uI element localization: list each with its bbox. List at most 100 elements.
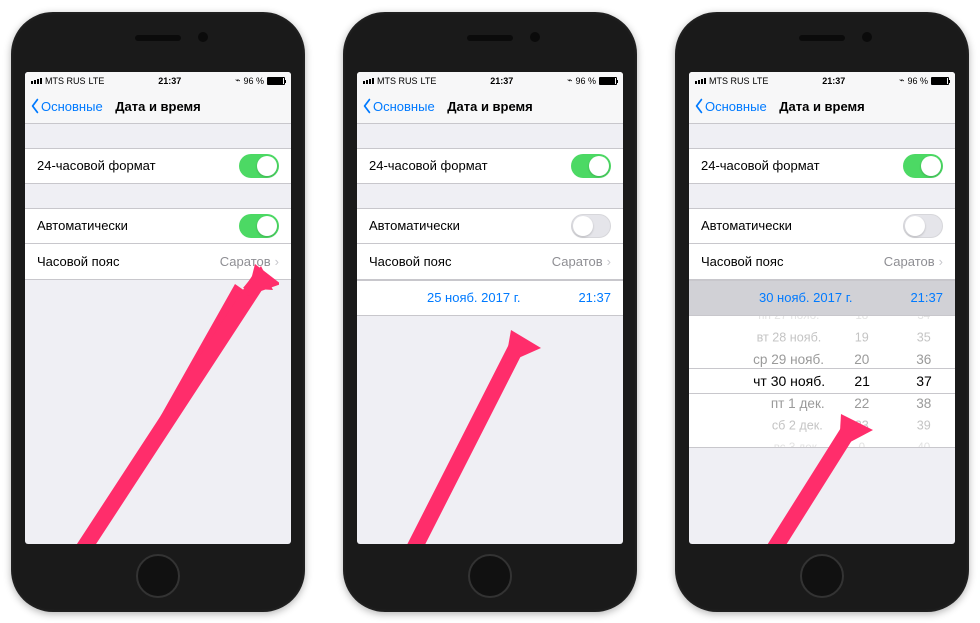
picker-option[interactable]: 22 [855, 392, 870, 413]
signal-icon [363, 78, 374, 84]
time-value: 21:37 [910, 290, 943, 305]
nav-bar: Основные Дата и время [689, 90, 955, 124]
row-label: Часовой пояс [701, 254, 783, 269]
picker-option[interactable]: 38 [916, 392, 931, 413]
carrier-label: MTS RUS [709, 76, 750, 86]
carrier-label: MTS RUS [45, 76, 86, 86]
picker-hour-column[interactable]: 18 19 20 21 22 23 0 [831, 316, 893, 447]
toggle-auto[interactable] [903, 214, 943, 238]
screen: MTS RUS LTE 21:37 ⌁ 96 % Основные Дата и… [689, 72, 955, 544]
phone-frame: MTS RUS LTE 21:37 ⌁ 96 % Основные Дата и… [675, 12, 969, 612]
row-label: Автоматически [369, 218, 460, 233]
network-label: LTE [753, 76, 769, 86]
row-auto: Автоматически [357, 208, 623, 244]
back-button[interactable]: Основные [25, 98, 103, 114]
back-label: Основные [705, 99, 767, 114]
battery-icon [267, 77, 285, 85]
status-time: 21:37 [822, 76, 845, 86]
date-value: 25 нояб. 2017 г. [369, 290, 578, 305]
row-timezone[interactable]: Часовой пояс Саратов › [689, 244, 955, 280]
picker-option[interactable]: 36 [916, 348, 931, 369]
row-24h-format: 24-часовой формат [25, 148, 291, 184]
row-auto: Автоматически [25, 208, 291, 244]
status-time: 21:37 [158, 76, 181, 86]
chevron-left-icon [693, 98, 705, 114]
picker-option[interactable]: 40 [918, 438, 931, 448]
battery-percent: 96 % [243, 76, 264, 86]
bluetooth-icon: ⌁ [235, 75, 240, 86]
picker-minute-column[interactable]: 34 35 36 37 38 39 40 [893, 316, 955, 447]
carrier-label: MTS RUS [377, 76, 418, 86]
picker-option[interactable]: ср 29 нояб. [753, 348, 824, 369]
screen: MTS RUS LTE 21:37 ⌁ 96 % Основные Дата и… [357, 72, 623, 544]
chevron-right-icon: › [939, 254, 943, 269]
battery-percent: 96 % [907, 76, 928, 86]
battery-percent: 96 % [575, 76, 596, 86]
network-label: LTE [89, 76, 105, 86]
picker-option-selected[interactable]: чт 30 нояб. [753, 370, 825, 392]
picker-option[interactable]: 23 [855, 415, 869, 435]
toggle-auto[interactable] [571, 214, 611, 238]
back-button[interactable]: Основные [357, 98, 435, 114]
picker-option[interactable]: 35 [917, 327, 931, 347]
row-label: 24-часовой формат [37, 158, 156, 173]
picker-option[interactable]: 20 [855, 348, 870, 369]
row-timezone[interactable]: Часовой пояс Саратов › [357, 244, 623, 280]
bluetooth-icon: ⌁ [899, 75, 904, 86]
row-label: Автоматически [37, 218, 128, 233]
chevron-left-icon [361, 98, 373, 114]
signal-icon [31, 78, 42, 84]
annotation-arrow [387, 328, 557, 544]
screen: MTS RUS LTE 21:37 ⌁ 96 % Основные Дата и… [25, 72, 291, 544]
status-time: 21:37 [490, 76, 513, 86]
chevron-right-icon: › [607, 254, 611, 269]
toggle-24h[interactable] [903, 154, 943, 178]
row-datetime[interactable]: 30 нояб. 2017 г. 21:37 [689, 280, 955, 316]
picker-option[interactable]: вт 28 нояб. [757, 327, 822, 347]
picker-option[interactable]: вс 3 дек. [774, 438, 820, 448]
status-bar: MTS RUS LTE 21:37 ⌁ 96 % [689, 72, 955, 90]
row-24h-format: 24-часовой формат [689, 148, 955, 184]
timezone-value: Саратов [220, 254, 271, 269]
signal-icon [695, 78, 706, 84]
date-value: 30 нояб. 2017 г. [701, 290, 910, 305]
home-button[interactable] [136, 554, 180, 598]
picker-option[interactable]: 34 [918, 316, 931, 325]
row-auto: Автоматически [689, 208, 955, 244]
network-label: LTE [421, 76, 437, 86]
row-label: Часовой пояс [37, 254, 119, 269]
picker-option[interactable]: пн 27 нояб. [758, 316, 819, 325]
time-value: 21:37 [578, 290, 611, 305]
battery-icon [599, 77, 617, 85]
battery-icon [931, 77, 949, 85]
picker-option[interactable]: 19 [855, 327, 869, 347]
status-bar: MTS RUS LTE 21:37 ⌁ 96 % [357, 72, 623, 90]
picker-date-column[interactable]: пн 27 нояб. вт 28 нояб. ср 29 нояб. чт 3… [689, 316, 831, 447]
picker-option[interactable]: пт 1 дек. [770, 392, 824, 413]
chevron-left-icon [29, 98, 41, 114]
status-bar: MTS RUS LTE 21:37 ⌁ 96 % [25, 72, 291, 90]
row-timezone[interactable]: Часовой пояс Саратов › [25, 244, 291, 280]
back-label: Основные [373, 99, 435, 114]
back-label: Основные [41, 99, 103, 114]
toggle-24h[interactable] [239, 154, 279, 178]
picker-option[interactable]: сб 2 дек. [771, 415, 822, 435]
row-datetime[interactable]: 25 нояб. 2017 г. 21:37 [357, 280, 623, 316]
picker-option[interactable]: 0 [859, 438, 865, 448]
toggle-24h[interactable] [571, 154, 611, 178]
back-button[interactable]: Основные [689, 98, 767, 114]
picker-option[interactable]: 39 [917, 415, 931, 435]
picker-option[interactable]: 18 [856, 316, 869, 325]
picker-option-selected[interactable]: 37 [916, 370, 932, 392]
picker-option-selected[interactable]: 21 [854, 370, 870, 392]
home-button[interactable] [468, 554, 512, 598]
nav-bar: Основные Дата и время [25, 90, 291, 124]
bluetooth-icon: ⌁ [567, 75, 572, 86]
datetime-picker[interactable]: пн 27 нояб. вт 28 нояб. ср 29 нояб. чт 3… [689, 316, 955, 448]
phone-frame: MTS RUS LTE 21:37 ⌁ 96 % Основные Дата и… [11, 12, 305, 612]
nav-bar: Основные Дата и время [357, 90, 623, 124]
row-24h-format: 24-часовой формат [357, 148, 623, 184]
home-button[interactable] [800, 554, 844, 598]
toggle-auto[interactable] [239, 214, 279, 238]
annotation-arrow [59, 262, 279, 544]
